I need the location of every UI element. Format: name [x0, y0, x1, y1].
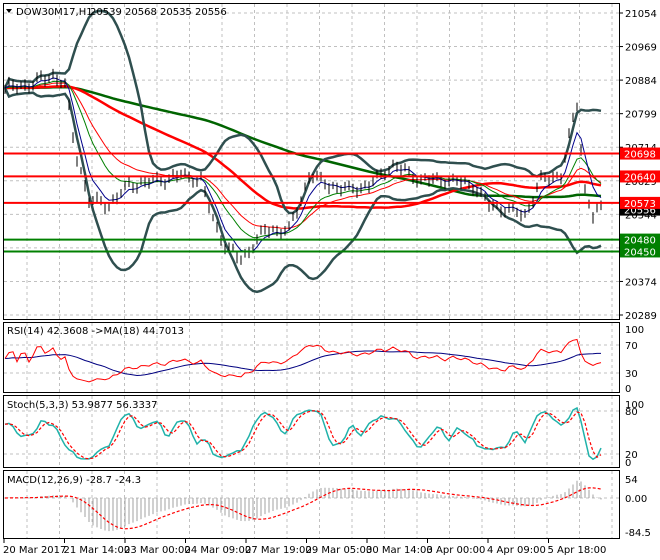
stoch-panel[interactable]: [4, 406, 602, 461]
level-price-label: 20573: [624, 199, 656, 210]
level-price-label: 20640: [624, 172, 656, 183]
collapse-triangle-icon[interactable]: [6, 9, 12, 13]
rsi-axis-label: 0: [625, 384, 631, 395]
level-price-label: 20480: [624, 236, 656, 247]
macd-title: MACD(12,26,9) -28.7 -24.3: [7, 475, 141, 486]
time-tick-label: 30 Mar 14:00: [366, 545, 433, 556]
stoch-axis-label: 80: [625, 407, 638, 418]
macd-panel[interactable]: [4, 480, 602, 532]
macd-signal-line: [4, 487, 602, 530]
price-tick-label: 20289: [625, 311, 657, 322]
price-tick-label: 20799: [625, 110, 657, 121]
price-tick-label: 20884: [625, 76, 657, 87]
time-tick-label: 29 Mar 05:00: [306, 545, 373, 556]
time-tick-label: 20 Mar 2017: [3, 545, 66, 556]
price-panel-frame: [3, 3, 620, 320]
time-axis: 20 Mar 201721 Mar 14:0023 Mar 00:0024 Ma…: [3, 538, 606, 556]
macd-axis-label: -84.5: [625, 528, 651, 539]
price-panel[interactable]: [3, 9, 619, 294]
price-tick-label: 20374: [625, 277, 657, 288]
macd-axis-label: 0.00: [625, 494, 647, 505]
time-tick-label: 3 Apr 00:00: [427, 545, 486, 556]
price-tick-label: 20969: [625, 43, 657, 54]
level-price-label: 20698: [624, 150, 656, 161]
ohlc-values: 20539 20568 20535 20556: [90, 7, 227, 18]
level-price-label: 20450: [624, 247, 656, 258]
rsi-axis-label: 100: [625, 325, 644, 336]
rsi-axis-label: 70: [625, 341, 638, 352]
grid-lines: [4, 4, 619, 538]
stoch-axis-label: 0: [625, 458, 631, 469]
time-tick-label: 27 Mar 19:00: [245, 545, 312, 556]
time-tick-label: 21 Mar 14:00: [64, 545, 131, 556]
stoch-main-line: [4, 406, 602, 461]
rsi-line: [4, 338, 602, 383]
time-tick-label: 24 Mar 09:00: [185, 545, 252, 556]
price-axis: 2105420969208842079920714206292054420459…: [619, 9, 660, 539]
trading-chart[interactable]: DOW30M17,H1 20539 20568 20535 20556 RSI(…: [0, 0, 660, 560]
stoch-title: Stoch(5,3,3) 53.9877 56.3337: [7, 400, 158, 411]
time-tick-label: 23 Mar 00:00: [124, 545, 191, 556]
time-tick-label: 4 Apr 09:00: [487, 545, 546, 556]
symbol-label: DOW30M17,H1: [16, 7, 93, 18]
rsi-axis-label: 30: [625, 369, 638, 380]
time-tick-label: 5 Apr 18:00: [548, 545, 607, 556]
rsi-title: RSI(14) 42.3608 ->MA(18) 44.7013: [7, 326, 184, 337]
rsi-panel[interactable]: [4, 338, 602, 383]
bollinger-lower-line: [3, 87, 602, 294]
rsi-ma-line: [4, 350, 601, 377]
price-tick-label: 21054: [625, 9, 657, 20]
macd-axis-label: 54: [625, 475, 638, 486]
